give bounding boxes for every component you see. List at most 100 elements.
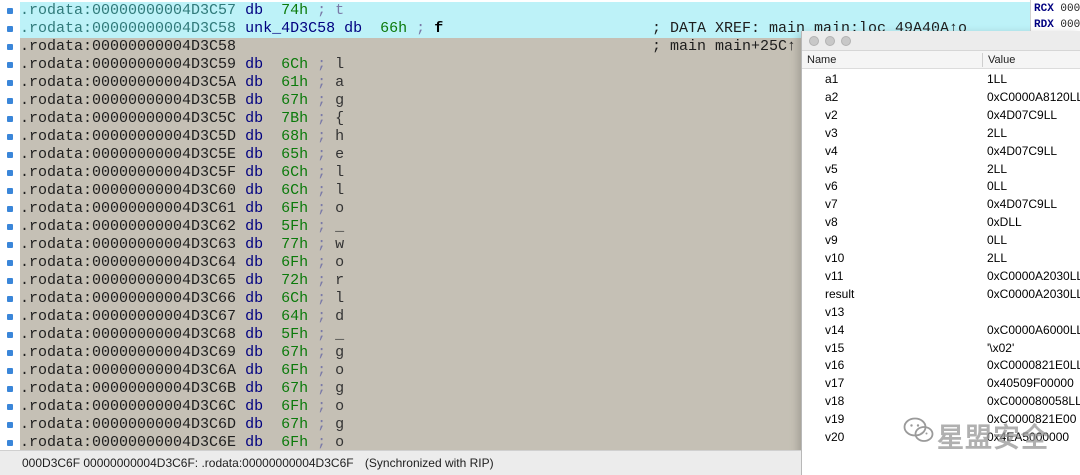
disasm-line[interactable]: .rodata:00000000004D3C57 db 74h ; t — [20, 2, 1030, 20]
line-value[interactable]: 7Bh — [281, 110, 308, 127]
line-marker-icon[interactable] — [7, 296, 13, 302]
line-value[interactable]: 6Fh — [281, 362, 308, 379]
line-marker-icon[interactable] — [7, 188, 13, 194]
line-marker-icon[interactable] — [7, 80, 13, 86]
minimize-window-button[interactable] — [825, 36, 835, 46]
comment-marker: ; — [317, 56, 327, 73]
line-value[interactable]: 5Fh — [281, 218, 308, 235]
line-value[interactable]: 6Ch — [281, 164, 308, 181]
local-name: v8 — [825, 215, 838, 230]
line-value[interactable]: 67h — [281, 416, 308, 433]
line-char-comment: d — [335, 308, 345, 325]
line-marker-icon[interactable] — [7, 206, 13, 212]
locals-row[interactable]: v6 0LL — [802, 177, 1080, 195]
line-value[interactable]: 6Fh — [281, 434, 308, 450]
line-address: .rodata:00000000004D3C61 — [20, 200, 237, 217]
line-mnemonic: db — [245, 146, 264, 163]
column-divider[interactable] — [982, 53, 983, 67]
local-name: v3 — [825, 125, 838, 140]
close-window-button[interactable] — [809, 36, 819, 46]
line-marker-icon[interactable] — [7, 368, 13, 374]
line-value[interactable]: 67h — [281, 92, 308, 109]
line-value[interactable]: 6Fh — [281, 398, 308, 415]
xref-comment-continued[interactable]: ; main main+25C↑ — [652, 38, 796, 56]
line-value[interactable]: 65h — [281, 146, 308, 163]
column-header-name[interactable]: Name — [807, 51, 836, 69]
line-marker-icon[interactable] — [7, 350, 13, 356]
line-value[interactable]: 67h — [281, 344, 308, 361]
line-address: .rodata:00000000004D3C60 — [20, 182, 237, 199]
line-marker-icon[interactable] — [7, 134, 13, 140]
line-marker-icon[interactable] — [7, 422, 13, 428]
line-value[interactable]: 6Ch — [281, 182, 308, 199]
line-value[interactable]: 6Ch — [281, 290, 308, 307]
line-address: .rodata:00000000004D3C5B — [20, 92, 237, 109]
locals-titlebar[interactable] — [802, 31, 1080, 51]
line-marker-icon[interactable] — [7, 224, 13, 230]
line-marker-icon[interactable] — [7, 26, 13, 32]
line-value[interactable]: 61h — [281, 74, 308, 91]
locals-row[interactable]: a1 1LL — [802, 70, 1080, 88]
line-marker-icon[interactable] — [7, 404, 13, 410]
line-marker-icon[interactable] — [7, 440, 13, 446]
locals-row[interactable]: v8 0xDLL — [802, 213, 1080, 231]
line-marker-icon[interactable] — [7, 242, 13, 248]
locals-row[interactable]: v3 2LL — [802, 124, 1080, 142]
line-value[interactable]: 77h — [281, 236, 308, 253]
line-marker-icon[interactable] — [7, 98, 13, 104]
line-marker-icon[interactable] — [7, 332, 13, 338]
locals-row[interactable]: v2 0x4D07C9LL — [802, 106, 1080, 124]
line-marker-icon[interactable] — [7, 152, 13, 158]
locals-row[interactable]: v14 0xC0000A6000LL — [802, 321, 1080, 339]
line-char-comment: o — [335, 362, 345, 379]
line-address: .rodata:00000000004D3C5F — [20, 164, 237, 181]
line-address: .rodata:00000000004D3C66 — [20, 290, 237, 307]
line-mnemonic: db — [245, 308, 264, 325]
locals-row[interactable]: v4 0x4D07C9LL — [802, 142, 1080, 160]
line-value[interactable]: 66h — [380, 20, 407, 37]
locals-row[interactable]: v5 2LL — [802, 160, 1080, 178]
line-char-comment: { — [335, 110, 345, 127]
line-value[interactable]: 72h — [281, 272, 308, 289]
line-marker-icon[interactable] — [7, 8, 13, 14]
comment-marker: ; — [317, 146, 327, 163]
line-marker-icon[interactable] — [7, 170, 13, 176]
locals-row[interactable]: v15 '\x02' — [802, 339, 1080, 357]
line-value[interactable]: 5Fh — [281, 326, 308, 343]
line-value[interactable]: 6Ch — [281, 56, 308, 73]
locals-row[interactable]: v9 0LL — [802, 231, 1080, 249]
locals-row[interactable]: v7 0x4D07C9LL — [802, 195, 1080, 213]
line-value[interactable]: 64h — [281, 308, 308, 325]
zoom-window-button[interactable] — [841, 36, 851, 46]
locals-row[interactable]: v11 0xC0000A2030LL — [802, 267, 1080, 285]
line-marker-icon[interactable] — [7, 44, 13, 50]
local-name: v17 — [825, 376, 845, 391]
column-header-value[interactable]: Value — [988, 51, 1015, 69]
line-address: .rodata:00000000004D3C5D — [20, 128, 237, 145]
line-value[interactable]: 68h — [281, 128, 308, 145]
line-marker-icon[interactable] — [7, 260, 13, 266]
line-marker-icon[interactable] — [7, 314, 13, 320]
breakpoint-gutter[interactable] — [0, 0, 20, 450]
local-name: v4 — [825, 143, 838, 158]
line-marker-icon[interactable] — [7, 62, 13, 68]
line-marker-icon[interactable] — [7, 278, 13, 284]
locals-row[interactable]: a2 0xC0000A8120LL — [802, 88, 1080, 106]
line-value[interactable]: 67h — [281, 380, 308, 397]
register-row[interactable]: RCX 000 — [1034, 1, 1080, 17]
line-marker-icon[interactable] — [7, 116, 13, 122]
locals-row[interactable]: v17 0x40509F00000 — [802, 374, 1080, 392]
comment-marker: ; — [317, 182, 327, 199]
locals-row[interactable]: result 0xC0000A2030LL — [802, 285, 1080, 303]
locals-row[interactable]: v13 — [802, 303, 1080, 321]
line-marker-icon[interactable] — [7, 386, 13, 392]
locals-row[interactable]: v16 0xC0000821E0LL — [802, 356, 1080, 374]
line-value[interactable]: 74h — [281, 2, 308, 19]
line-mnemonic: db — [245, 236, 264, 253]
line-address: .rodata:00000000004D3C62 — [20, 218, 237, 235]
line-label[interactable]: unk_4D3C58 — [245, 20, 335, 37]
line-value[interactable]: 6Fh — [281, 254, 308, 271]
local-value: 0xC0000A2030LL — [987, 268, 1080, 283]
locals-row[interactable]: v10 2LL — [802, 249, 1080, 267]
line-value[interactable]: 6Fh — [281, 200, 308, 217]
